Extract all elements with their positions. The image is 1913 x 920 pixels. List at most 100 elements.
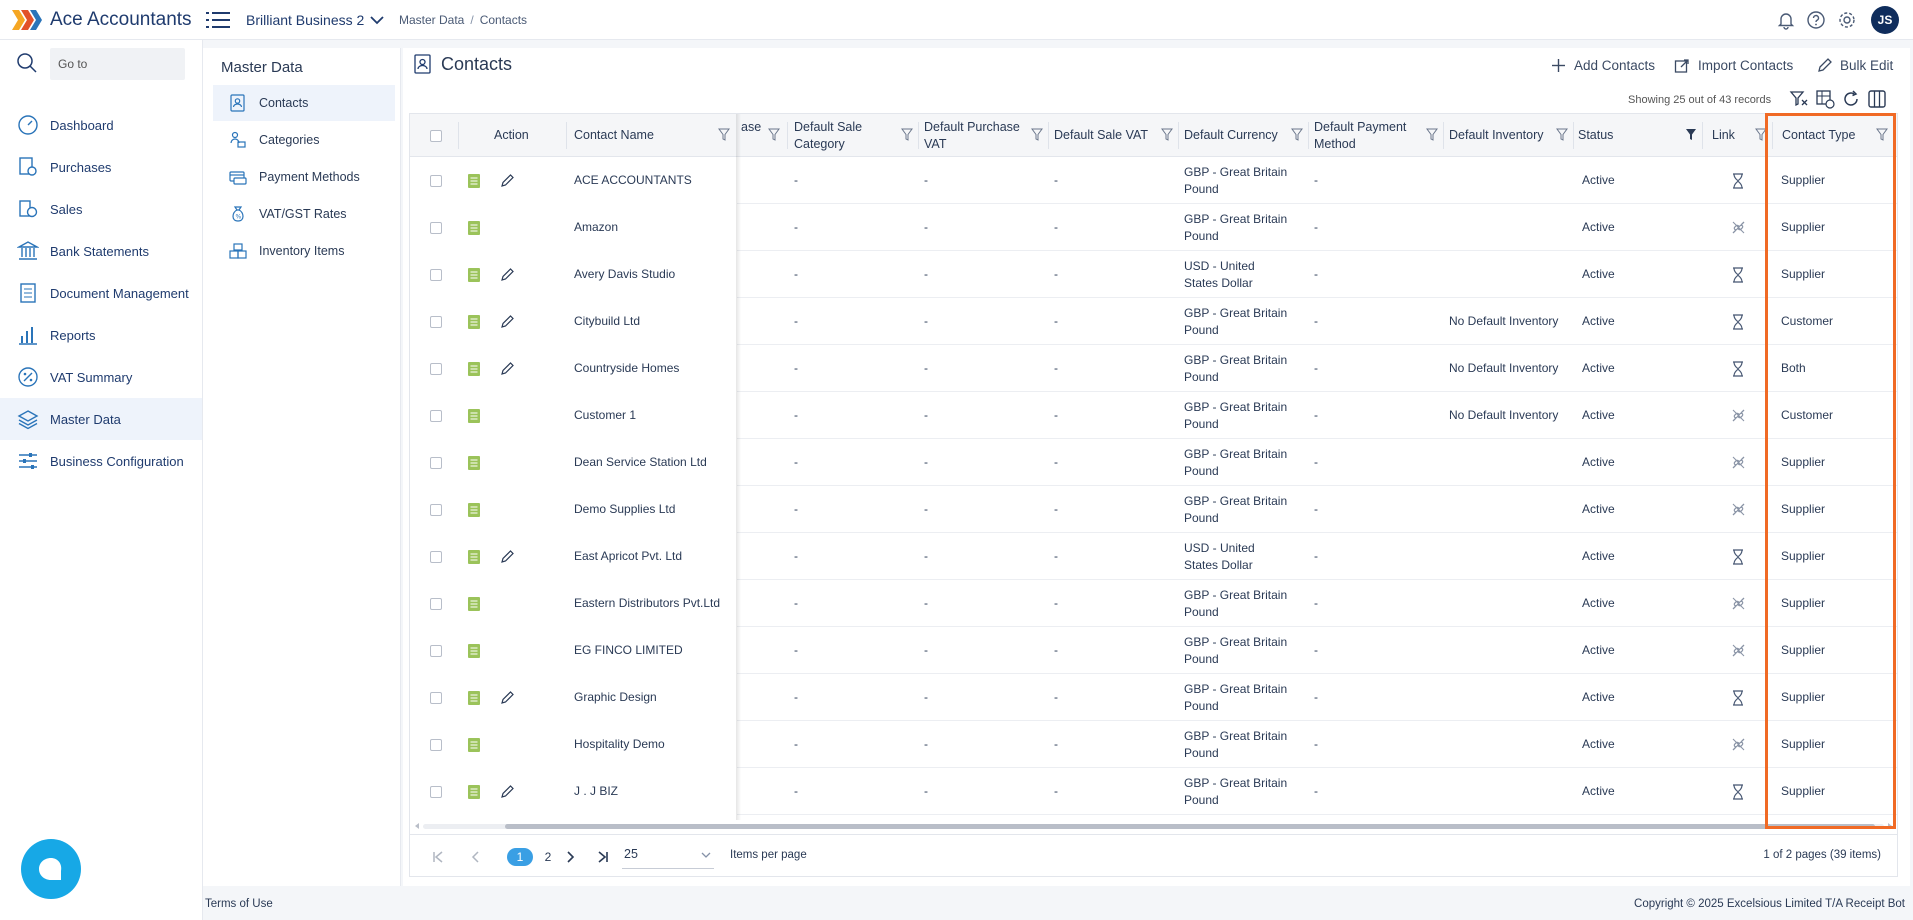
header-default-purchase-vat[interactable]: Default Purchase VAT <box>924 114 1049 157</box>
sidebar-item-sales[interactable]: Sales <box>0 188 202 230</box>
export-excel-icon[interactable] <box>1815 89 1835 109</box>
view-document-button[interactable] <box>467 674 481 721</box>
view-document-button[interactable] <box>467 345 481 392</box>
filter-icon[interactable] <box>718 128 730 141</box>
import-contacts-button[interactable]: Import Contacts <box>1674 57 1793 74</box>
row-checkbox[interactable] <box>430 392 442 439</box>
subnav-item-vat-gst-rates[interactable]: % VAT/GST Rates <box>213 196 395 232</box>
filter-icon[interactable] <box>1161 128 1173 141</box>
table-row[interactable]: EG FINCO LIMITED - - - GBP - Great Britain P… <box>410 627 1897 674</box>
chat-button[interactable] <box>21 839 81 899</box>
header-contact-type[interactable]: Contact Type <box>1776 114 1894 157</box>
contact-name-cell[interactable]: Hospitality Demo <box>574 721 736 768</box>
link-status[interactable] <box>1730 486 1747 533</box>
first-page-button[interactable] <box>428 847 448 867</box>
bell-icon[interactable] <box>1776 10 1796 30</box>
refresh-icon[interactable] <box>1841 89 1861 109</box>
table-row[interactable]: East Apricot Pvt. Ltd - - - USD - United Sta… <box>410 533 1897 580</box>
edit-contact-button[interactable] <box>500 251 515 298</box>
row-checkbox[interactable] <box>430 533 442 580</box>
view-document-button[interactable] <box>467 251 481 298</box>
table-row[interactable]: Customer 1 - - - GBP - Great Britain Pound - N… <box>410 392 1897 439</box>
subnav-item-contacts[interactable]: Contacts <box>213 85 395 121</box>
ace-logo-icon[interactable] <box>12 8 42 32</box>
link-status[interactable] <box>1730 204 1747 251</box>
filter-icon[interactable] <box>1031 128 1043 141</box>
view-document-button[interactable] <box>467 157 481 204</box>
filter-active-icon[interactable] <box>1685 128 1697 141</box>
contact-name-cell[interactable]: Avery Davis Studio <box>574 251 736 298</box>
contact-name-cell[interactable]: Citybuild Ltd <box>574 298 736 345</box>
next-page-button[interactable] <box>560 847 580 867</box>
header-default-sale-category[interactable]: Default Sale Category <box>794 114 919 157</box>
filter-icon[interactable] <box>901 128 913 141</box>
bulk-edit-button[interactable]: Bulk Edit <box>1816 57 1893 74</box>
header-default-payment-method[interactable]: Default Payment Method <box>1314 114 1444 157</box>
row-checkbox[interactable] <box>430 674 442 721</box>
view-document-button[interactable] <box>467 486 481 533</box>
help-icon[interactable] <box>1806 10 1826 30</box>
subnav-item-categories[interactable]: Categories <box>213 122 395 158</box>
row-checkbox[interactable] <box>430 298 442 345</box>
sidebar-item-dashboard[interactable]: Dashboard <box>0 104 202 146</box>
link-status[interactable] <box>1730 721 1747 768</box>
contact-name-cell[interactable]: Countryside Homes <box>574 345 736 392</box>
view-document-button[interactable] <box>467 533 481 580</box>
table-row[interactable]: Dean Service Station Ltd - - - GBP - Great B… <box>410 439 1897 486</box>
edit-contact-button[interactable] <box>500 674 515 721</box>
last-page-button[interactable] <box>593 847 613 867</box>
view-document-button[interactable] <box>467 627 481 674</box>
table-row[interactable]: Amazon - - - GBP - Great Britain Pound - Activ… <box>410 204 1897 251</box>
edit-contact-button[interactable] <box>500 157 515 204</box>
contact-name-cell[interactable]: Eastern Distributors Pvt.Ltd <box>574 580 736 627</box>
business-selector[interactable]: Brilliant Business 2 <box>246 12 364 28</box>
page-1-button[interactable]: 1 <box>507 848 533 866</box>
contact-name-cell[interactable]: Customer 1 <box>574 392 736 439</box>
view-document-button[interactable] <box>467 580 481 627</box>
avatar[interactable]: JS <box>1871 6 1899 34</box>
header-default-sale-vat[interactable]: Default Sale VAT <box>1054 114 1179 157</box>
contact-name-cell[interactable]: Graphic Design <box>574 674 736 721</box>
contact-name-cell[interactable]: EG FINCO LIMITED <box>574 627 736 674</box>
link-status[interactable] <box>1730 627 1747 674</box>
header-contact-name[interactable]: Contact Name <box>574 114 736 157</box>
page-size-select[interactable]: 25 <box>622 843 714 869</box>
edit-contact-button[interactable] <box>500 298 515 345</box>
scrollbar-thumb[interactable] <box>505 824 1875 829</box>
header-status[interactable]: Status <box>1578 114 1703 157</box>
filter-icon[interactable] <box>1556 128 1568 141</box>
add-contacts-button[interactable]: Add Contacts <box>1550 57 1655 74</box>
table-row[interactable]: Eastern Distributors Pvt.Ltd - - - GBP - Gre… <box>410 580 1897 627</box>
terms-of-use-link[interactable]: Terms of Use <box>205 898 273 910</box>
row-checkbox[interactable] <box>430 627 442 674</box>
chevron-down-icon[interactable] <box>369 12 385 28</box>
table-row[interactable]: Countryside Homes - - - GBP - Great Britain … <box>410 345 1897 392</box>
row-checkbox[interactable] <box>430 721 442 768</box>
link-status[interactable] <box>1730 392 1747 439</box>
table-row[interactable]: Hospitality Demo - - - GBP - Great Britain P… <box>410 721 1897 768</box>
sidebar-item-business-configuration[interactable]: Business Configuration <box>0 440 202 482</box>
contact-name-cell[interactable]: East Apricot Pvt. Ltd <box>574 533 736 580</box>
brand-name[interactable]: Ace Accountants <box>50 9 192 31</box>
link-status[interactable] <box>1731 674 1745 721</box>
view-document-button[interactable] <box>467 439 481 486</box>
select-all-checkbox[interactable] <box>430 114 442 157</box>
header-default-purchase-category[interactable]: ase <box>741 114 786 157</box>
row-checkbox[interactable] <box>430 157 442 204</box>
row-checkbox[interactable] <box>430 580 442 627</box>
link-status[interactable] <box>1731 345 1745 392</box>
sidebar-item-bank-statements[interactable]: Bank Statements <box>0 230 202 272</box>
contact-name-cell[interactable]: Demo Supplies Ltd <box>574 486 736 533</box>
sidebar-item-vat-summary[interactable]: VAT Summary <box>0 356 202 398</box>
row-checkbox[interactable] <box>430 204 442 251</box>
view-document-button[interactable] <box>467 392 481 439</box>
row-checkbox[interactable] <box>430 345 442 392</box>
view-document-button[interactable] <box>467 204 481 251</box>
table-row[interactable]: Citybuild Ltd - - - GBP - Great Britain Poun… <box>410 298 1897 345</box>
row-checkbox[interactable] <box>430 251 442 298</box>
sidebar-item-master-data[interactable]: Master Data <box>0 398 202 440</box>
prev-page-button[interactable] <box>466 847 486 867</box>
table-row[interactable]: Demo Supplies Ltd - - - GBP - Great Britain … <box>410 486 1897 533</box>
edit-contact-button[interactable] <box>500 345 515 392</box>
filter-icon[interactable] <box>768 128 780 141</box>
